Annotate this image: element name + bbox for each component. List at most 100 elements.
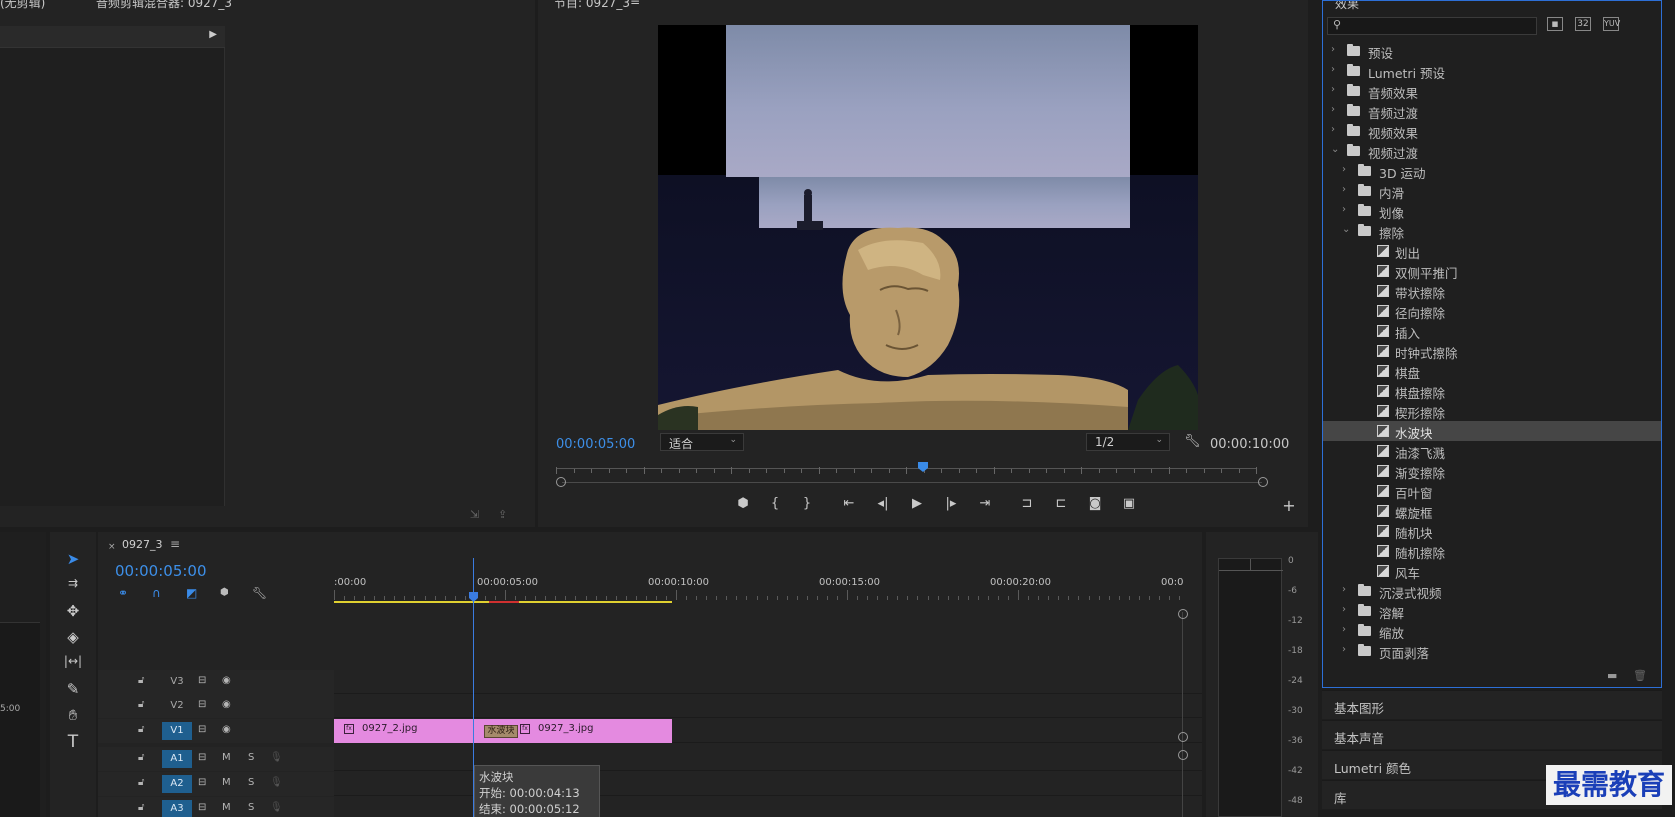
chevron-right-icon[interactable]: › bbox=[1331, 84, 1335, 95]
sequence-tab[interactable]: 0927_3 bbox=[122, 538, 163, 551]
effects-transition-item[interactable]: 楔形擦除 bbox=[1323, 401, 1661, 421]
mute-button[interactable]: M bbox=[222, 777, 231, 788]
go-to-in-icon[interactable]: ⇤ bbox=[838, 496, 860, 516]
tab-source[interactable]: (无剪辑) bbox=[0, 0, 45, 11]
add-marker-icon[interactable]: ⬢ bbox=[220, 587, 229, 598]
panel-menu-icon[interactable]: ≡ bbox=[630, 0, 640, 8]
step-forward-icon[interactable]: |▸ bbox=[940, 496, 962, 516]
timeline-settings-wrench-icon[interactable]: 🔧︎ bbox=[252, 586, 267, 600]
panel-menu-icon[interactable]: ≡ bbox=[170, 537, 180, 551]
selection-tool-icon[interactable]: ➤ bbox=[60, 550, 86, 572]
effects-folder-item[interactable]: › 内滑 bbox=[1323, 181, 1661, 201]
zoom-scroll-bar[interactable] bbox=[562, 482, 1262, 483]
solo-button[interactable]: S bbox=[248, 777, 254, 788]
lock-icon[interactable]: 🔓︎ bbox=[138, 752, 144, 763]
effects-transition-item[interactable]: 划出 bbox=[1323, 241, 1661, 261]
lock-icon[interactable]: 🔓︎ bbox=[138, 724, 144, 735]
chevron-right-icon[interactable]: › bbox=[1331, 64, 1335, 75]
effects-transition-item[interactable]: 径向擦除 bbox=[1323, 301, 1661, 321]
pen-tool-icon[interactable]: ✎ bbox=[60, 680, 86, 702]
effects-transition-item[interactable]: 随机块 bbox=[1323, 521, 1661, 541]
track-target-v1[interactable]: V1 bbox=[162, 722, 192, 740]
export-icon[interactable]: ⇪ bbox=[498, 508, 507, 521]
effects-folder-item[interactable]: › 划像 bbox=[1323, 201, 1661, 221]
mute-button[interactable]: M bbox=[222, 752, 231, 763]
effects-transition-item[interactable]: 风车 bbox=[1323, 561, 1661, 581]
snap-magnet-icon[interactable]: ∩ bbox=[152, 586, 161, 600]
track-row-a2[interactable]: 🔓︎ A2 ⊟ M S 🎙︎ bbox=[98, 772, 1202, 796]
microphone-icon[interactable]: 🎙︎ bbox=[270, 777, 283, 788]
fit-dropdown[interactable]: 适合 ⌄ bbox=[660, 433, 744, 451]
time-ruler[interactable]: :00:00 00:00:05:00 00:00:10:00 00:00:15:00 0… bbox=[334, 572, 1183, 602]
track-target-v2[interactable]: V2 bbox=[162, 697, 192, 715]
mark-in-icon[interactable]: { bbox=[764, 496, 786, 516]
compare-view-icon[interactable]: ▣ bbox=[1118, 496, 1140, 516]
resolution-dropdown[interactable]: 1/2 ⌄ bbox=[1086, 433, 1170, 451]
chevron-right-icon[interactable]: › bbox=[1342, 644, 1346, 655]
zoom-handle-right[interactable] bbox=[1258, 477, 1268, 487]
mark-out-icon[interactable]: } bbox=[796, 496, 818, 516]
effects-transition-item[interactable]: 棋盘 bbox=[1323, 361, 1661, 381]
effects-transition-item[interactable]: 插入 bbox=[1323, 321, 1661, 341]
linked-selection-icon[interactable]: ◩ bbox=[186, 586, 197, 600]
ripple-edit-tool-icon[interactable]: ✥ bbox=[60, 602, 86, 624]
sync-lock-icon[interactable]: ⊟ bbox=[198, 724, 206, 735]
effects-transition-item[interactable]: 水波块 bbox=[1323, 421, 1661, 441]
add-button-icon[interactable]: + bbox=[1278, 496, 1300, 516]
step-back-icon[interactable]: ◂| bbox=[872, 496, 894, 516]
track-target-a1[interactable]: A1 bbox=[162, 750, 192, 768]
tab-audio-clip-mixer[interactable]: 音频剪辑混合器: 0927_3 bbox=[96, 0, 232, 11]
v1-clip-track[interactable]: fx 0927_2.jpg fx 0927_3.jpg 水波块 bbox=[334, 719, 672, 743]
lock-icon[interactable]: 🔓︎ bbox=[138, 675, 144, 686]
lock-icon[interactable]: 🔓︎ bbox=[138, 699, 144, 710]
effects-folder-item[interactable]: › 3D 运动 bbox=[1323, 161, 1661, 181]
chevron-down-icon[interactable]: ⌄ bbox=[1342, 224, 1350, 235]
go-to-out-icon[interactable]: ⇥ bbox=[974, 496, 996, 516]
track-target-v3[interactable]: V3 bbox=[162, 673, 192, 691]
track-row-v2[interactable]: 🔓︎ V2 ⊟ ◉ bbox=[98, 694, 1202, 718]
eye-icon[interactable]: ◉ bbox=[222, 724, 231, 735]
close-tab-icon[interactable]: × bbox=[108, 542, 116, 552]
effects-search-input[interactable]: ⚲ bbox=[1327, 17, 1537, 35]
effects-transition-item[interactable]: 渐变擦除 bbox=[1323, 461, 1661, 481]
lift-icon[interactable]: ⊐ bbox=[1016, 496, 1038, 516]
effects-transition-item[interactable]: 油漆飞溅 bbox=[1323, 441, 1661, 461]
chevron-right-icon[interactable]: › bbox=[1342, 184, 1346, 195]
mute-button[interactable]: M bbox=[222, 802, 231, 813]
lock-icon[interactable]: 🔓︎ bbox=[138, 802, 144, 813]
timeline-timecode[interactable]: 00:00:05:00 bbox=[115, 562, 207, 580]
lock-icon[interactable]: 🔓︎ bbox=[138, 777, 144, 788]
track-row-v3[interactable]: 🔓︎ V3 ⊟ ◉ bbox=[98, 670, 1202, 694]
yuv-effects-icon[interactable]: YUV bbox=[1603, 17, 1620, 31]
camera-icon[interactable]: ◙ bbox=[1084, 496, 1106, 516]
new-bin-icon[interactable]: ▬ bbox=[1607, 669, 1617, 682]
zoom-handle-left[interactable] bbox=[556, 477, 566, 487]
effects-transition-item[interactable]: 时钟式擦除 bbox=[1323, 341, 1661, 361]
track-target-a2[interactable]: A2 bbox=[162, 775, 192, 793]
vscroll-handle-bottom[interactable] bbox=[1178, 750, 1188, 760]
sync-lock-icon[interactable]: ⊟ bbox=[198, 675, 206, 686]
extract-icon[interactable]: ⊏ bbox=[1050, 496, 1072, 516]
effects-folder-item[interactable]: › 页面剥落 bbox=[1323, 641, 1661, 661]
solo-button[interactable]: S bbox=[248, 802, 254, 813]
effects-folder-item[interactable]: › 缩放 bbox=[1323, 621, 1661, 641]
track-target-a3[interactable]: A3 bbox=[162, 800, 192, 817]
effects-folder-item[interactable]: ⌄ 视频过渡 bbox=[1323, 141, 1661, 161]
microphone-icon[interactable]: 🎙︎ bbox=[270, 802, 283, 813]
effects-folder-item[interactable]: › 音频效果 bbox=[1323, 81, 1661, 101]
track-row-a3[interactable]: 🔓︎ A3 ⊟ M S 🎙︎ bbox=[98, 797, 1202, 817]
effects-folder-item[interactable]: › 溶解 bbox=[1323, 601, 1661, 621]
chevron-down-icon[interactable]: ⌄ bbox=[1331, 144, 1339, 155]
panel-essential-graphics[interactable]: 基本图形 bbox=[1322, 690, 1662, 719]
track-row-a1[interactable]: 🔓︎ A1 ⊟ M S 🎙︎ bbox=[98, 747, 1202, 771]
sync-lock-icon[interactable]: ⊟ bbox=[198, 777, 206, 788]
panel-essential-sound[interactable]: 基本声音 bbox=[1322, 720, 1662, 749]
effects-folder-item[interactable]: ⌄ 擦除 bbox=[1323, 221, 1661, 241]
effects-transition-item[interactable]: 带状擦除 bbox=[1323, 281, 1661, 301]
timeline-scroll-track[interactable] bbox=[1182, 612, 1183, 817]
sync-lock-icon[interactable]: ⊟ bbox=[198, 752, 206, 763]
razor-tool-icon[interactable]: ◈ bbox=[60, 628, 86, 650]
vscroll-handle-top[interactable] bbox=[1178, 609, 1188, 619]
play-arrow-icon[interactable]: ▶ bbox=[209, 29, 217, 40]
vscroll-handle-mid[interactable] bbox=[1178, 732, 1188, 742]
